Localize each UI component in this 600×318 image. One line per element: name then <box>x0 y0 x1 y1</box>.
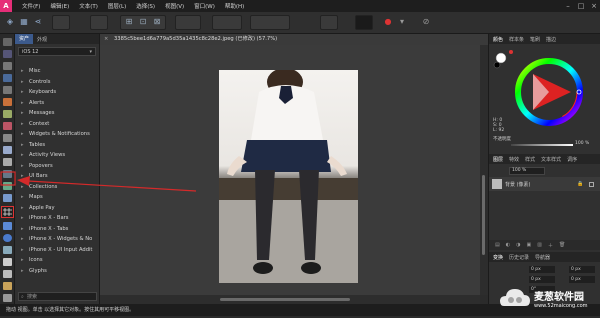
add-layer-icon[interactable]: ＋ <box>548 242 553 249</box>
tab-swatches[interactable]: 样本条 <box>509 36 524 43</box>
color-panel-tabs: 颜色 样本条 笔刷 描边 <box>489 34 600 44</box>
lightness-value: L: 92 <box>493 128 505 133</box>
watermark-url: www.52maicong.com <box>534 303 588 309</box>
live-filter-icon[interactable]: ▣ <box>526 242 531 248</box>
selected-color-dot <box>509 50 513 54</box>
watermark: 麦葱软件园 www.52maicong.com <box>498 282 600 316</box>
layers-panel-tabs: 图层 特效 样式 文本样式 调序 <box>489 154 600 164</box>
status-text: 拖动 视图。单击 以选择其它对象。按住其用可平移视图。 <box>6 307 135 313</box>
tab-layers[interactable]: 图层 <box>493 156 503 163</box>
color-wheel[interactable] <box>493 48 593 134</box>
tab-effects[interactable]: 特效 <box>509 156 519 163</box>
tab-stroke[interactable]: 描边 <box>546 36 556 43</box>
opacity-value: 100 % <box>575 141 590 146</box>
tab-transform[interactable]: 变换 <box>493 254 503 261</box>
opacity-slider[interactable] <box>511 144 573 146</box>
opacity-label: 不透明度 <box>493 137 511 142</box>
transform-y-field[interactable]: 0 px <box>569 266 595 273</box>
tab-brushes[interactable]: 笔刷 <box>530 36 540 43</box>
layer-thumbnail <box>492 179 502 189</box>
hsl-readout: H: 0 S: 0 L: 92 <box>493 118 504 133</box>
transform-x-field[interactable]: 0 px <box>529 266 555 273</box>
tab-history[interactable]: 历史记录 <box>509 254 529 261</box>
layer-mask-icon[interactable]: ◐ <box>506 242 510 248</box>
right-panel: 颜色 样本条 笔刷 描边 H: 0 S: 0 L: 92 不透明度 100 % <box>488 34 600 304</box>
stroke-swatch[interactable] <box>493 61 501 69</box>
adjustment-icon[interactable]: ◑ <box>516 242 520 248</box>
tab-color[interactable]: 颜色 <box>493 36 503 43</box>
layer-blend-icon[interactable]: ▤ <box>495 242 500 248</box>
visibility-checkbox[interactable] <box>589 181 594 187</box>
watermark-title: 麦葱软件园 <box>534 292 584 303</box>
layer-name: 背景 (像素) <box>505 181 531 188</box>
tab-text-styles[interactable]: 文本样式 <box>541 156 561 163</box>
layer-opacity-field[interactable]: 100 % <box>509 167 545 175</box>
layer-opacity-value: 100 % <box>512 168 527 173</box>
transform-x-value: 0 px <box>531 267 541 272</box>
group-icon[interactable]: ▥ <box>537 242 542 248</box>
transform-y-value: 0 px <box>571 267 581 272</box>
tab-stock[interactable]: 调序 <box>567 156 577 163</box>
layer-actions: ▤ ◐ ◑ ▣ ▥ ＋ 🗑 <box>489 240 600 250</box>
tab-navigator[interactable]: 导航器 <box>535 254 550 261</box>
fill-swatch[interactable] <box>495 52 507 64</box>
tab-styles[interactable]: 样式 <box>525 156 535 163</box>
history-panel-tabs: 变换 历史记录 导航器 <box>489 252 600 262</box>
delete-layer-icon[interactable]: 🗑 <box>559 242 565 248</box>
lock-icon[interactable]: 🔒 <box>577 181 583 187</box>
layer-row[interactable]: 背景 (像素) 🔒 <box>489 177 600 191</box>
